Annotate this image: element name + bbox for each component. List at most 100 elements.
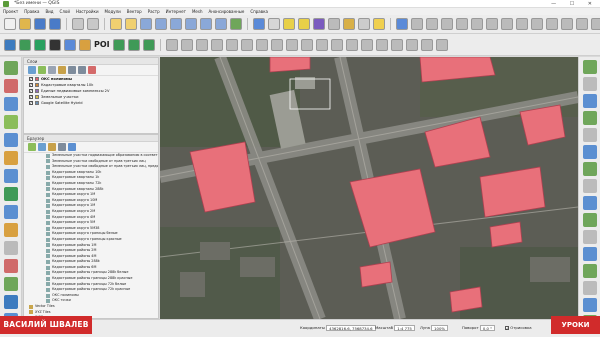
settings-icon[interactable]: [343, 18, 355, 30]
open-project-icon[interactable]: [19, 18, 31, 30]
vertex-tool-icon[interactable]: [456, 18, 468, 30]
zoom-out-icon[interactable]: [583, 94, 597, 108]
db2-icon[interactable]: [375, 38, 388, 51]
expand-all-icon[interactable]: [68, 66, 76, 74]
csv-icon[interactable]: [405, 38, 418, 51]
measure-icon[interactable]: [358, 18, 370, 30]
add-mesh-icon[interactable]: [4, 97, 18, 111]
layer-visibility-checkbox[interactable]: [29, 82, 33, 88]
edit-icon[interactable]: [426, 18, 438, 30]
menu-item[interactable]: Растр: [148, 9, 160, 14]
tips-icon[interactable]: [373, 18, 385, 30]
help-icon[interactable]: [396, 18, 408, 30]
add-postgis-icon[interactable]: [4, 151, 18, 165]
collapse-all-icon[interactable]: [78, 66, 86, 74]
find-icon[interactable]: [64, 38, 76, 51]
new-print-layout-icon[interactable]: [72, 18, 84, 30]
redo-icon[interactable]: [546, 18, 558, 30]
menu-item[interactable]: Проект: [3, 9, 18, 14]
menu-item[interactable]: Вид: [45, 9, 53, 14]
measure-icon[interactable]: [583, 128, 597, 142]
point-cloud-icon[interactable]: [210, 38, 223, 51]
rotation-input[interactable]: 0,0 °: [479, 325, 496, 331]
gpx-icon[interactable]: [390, 38, 403, 51]
add-group-icon[interactable]: [38, 66, 46, 74]
layer-visibility-checkbox[interactable]: [29, 100, 33, 106]
layer-add-icon[interactable]: [127, 38, 140, 51]
menu-item[interactable]: Настройки: [76, 9, 99, 14]
add-virtual-layer-icon[interactable]: [4, 223, 18, 237]
refresh-icon[interactable]: [230, 18, 242, 30]
identify-icon[interactable]: [583, 111, 597, 125]
zoom-layer-icon[interactable]: [185, 18, 197, 30]
add-wms-icon[interactable]: [4, 169, 18, 183]
layout-manager-icon[interactable]: [87, 18, 99, 30]
filter-icon[interactable]: [58, 66, 66, 74]
properties-icon[interactable]: [68, 143, 76, 151]
menu-item[interactable]: Анонсированные: [208, 9, 244, 14]
text-layer-icon[interactable]: [225, 38, 238, 51]
globe-icon[interactable]: [79, 38, 91, 51]
cut-icon[interactable]: [486, 18, 498, 30]
new-project-icon[interactable]: [4, 18, 16, 30]
statistics-icon[interactable]: [313, 18, 325, 30]
edit-icon[interactable]: [583, 230, 597, 244]
undo-icon[interactable]: [531, 18, 543, 30]
merge-icon[interactable]: [583, 298, 597, 312]
menu-item[interactable]: Правка: [24, 9, 39, 14]
layer-row[interactable]: Google Satellite Hybrid: [24, 100, 158, 106]
python-icon[interactable]: [4, 38, 16, 51]
collapse-all-icon[interactable]: [58, 143, 66, 151]
zoom-last-icon[interactable]: [200, 18, 212, 30]
pan-icon[interactable]: [110, 18, 122, 30]
virtual-layer-icon[interactable]: [300, 38, 313, 51]
filter-browser-icon[interactable]: [48, 143, 56, 151]
temp-layer-icon[interactable]: [420, 38, 433, 51]
zoom-out-icon[interactable]: [155, 18, 167, 30]
layer-visibility-checkbox[interactable]: [29, 88, 33, 94]
add-delimited-text-icon[interactable]: [4, 115, 18, 129]
menu-item[interactable]: Модули: [105, 9, 121, 14]
zoom-in-icon[interactable]: [140, 18, 152, 30]
save-as-icon[interactable]: [49, 18, 61, 30]
spatialite-icon[interactable]: [315, 38, 328, 51]
new-geopackage-icon[interactable]: [4, 259, 18, 273]
map-canvas[interactable]: [160, 57, 578, 319]
zoom-map-icon[interactable]: [34, 38, 46, 51]
deselect-icon[interactable]: [298, 18, 310, 30]
wms-icon[interactable]: [240, 38, 253, 51]
pan-to-selection-icon[interactable]: [125, 18, 137, 30]
save-project-icon[interactable]: [34, 18, 46, 30]
menu-item[interactable]: Интернет: [166, 9, 186, 14]
menu-item[interactable]: Справка: [250, 9, 268, 14]
magnifier-input[interactable]: 100%: [431, 325, 448, 331]
grid-icon[interactable]: [583, 247, 597, 261]
refresh-icon[interactable]: [38, 143, 46, 151]
add-vector-layer-icon[interactable]: [4, 61, 18, 75]
cloud-icon[interactable]: [112, 38, 125, 51]
plus-icon[interactable]: [583, 213, 597, 227]
open-layer-styling-icon[interactable]: [28, 66, 36, 74]
zoom-next-icon[interactable]: [215, 18, 227, 30]
menu-item[interactable]: Mesh: [192, 9, 203, 14]
digitize-icon[interactable]: [411, 18, 423, 30]
wfs-icon[interactable]: [255, 38, 268, 51]
eye-icon[interactable]: [48, 66, 56, 74]
add-xyz-icon[interactable]: [4, 205, 18, 219]
add-raster-layer-icon[interactable]: [4, 79, 18, 93]
new-shapefile-icon[interactable]: [4, 241, 18, 255]
delete-icon[interactable]: [471, 18, 483, 30]
mssql-icon[interactable]: [345, 38, 358, 51]
layer-visibility-checkbox[interactable]: [29, 76, 33, 82]
globe-icon[interactable]: [4, 295, 18, 309]
copy-icon[interactable]: [501, 18, 513, 30]
label-pin-icon[interactable]: [576, 18, 588, 30]
hand-pan-icon[interactable]: [583, 60, 597, 74]
poi-button[interactable]: POI: [94, 40, 110, 49]
open-table-icon[interactable]: [268, 18, 280, 30]
select-icon[interactable]: [583, 145, 597, 159]
zoom-in-icon[interactable]: [583, 77, 597, 91]
processing-icon[interactable]: [49, 38, 61, 51]
menu-item[interactable]: Слой: [60, 9, 70, 14]
add-spatialite-icon[interactable]: [4, 133, 18, 147]
